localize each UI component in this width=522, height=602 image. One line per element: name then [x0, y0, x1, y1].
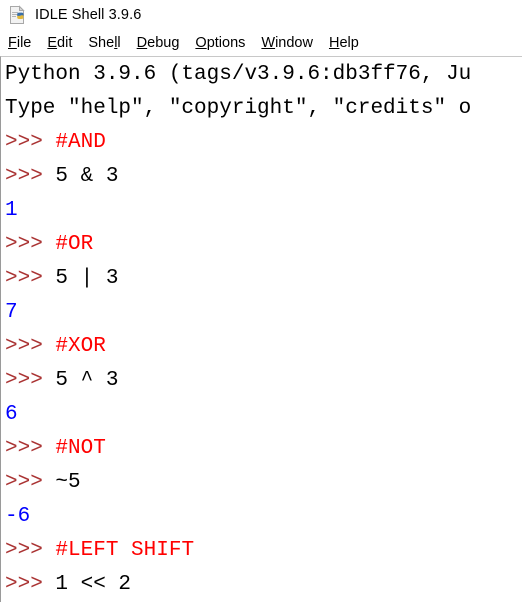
menu-item-debug[interactable]: Debug [137, 34, 180, 52]
comment-text: #AND [55, 131, 106, 154]
comment-text: #LEFT SHIFT [55, 539, 195, 562]
console-comment-line: >>> #AND [5, 126, 522, 160]
prompt-marker: >>> [5, 267, 56, 290]
code-text: 5 & 3 [55, 165, 119, 188]
prompt-marker: >>> [5, 471, 56, 494]
output-text: -6 [5, 505, 31, 528]
shell-text-area[interactable]: Python 3.9.6 (tags/v3.9.6:db3ff76, Ju Typ… [0, 56, 522, 602]
comment-text: #XOR [55, 335, 106, 358]
menu-item-window[interactable]: Window [261, 34, 313, 52]
prompt-marker: >>> [5, 335, 56, 358]
prompt-marker: >>> [5, 437, 56, 460]
title-bar: IDLE Shell 3.9.6 [0, 0, 522, 30]
shell-output[interactable]: Python 3.9.6 (tags/v3.9.6:db3ff76, Ju Typ… [1, 57, 522, 602]
banner-text: Python 3.9.6 (tags/v3.9.6:db3ff76, Ju [5, 63, 472, 86]
console-input-line: >>> 1 << 2 [5, 568, 522, 602]
console-comment-line: >>> #XOR [5, 330, 522, 364]
console-input-line: >>> ~5 [5, 466, 522, 500]
console-input-line: >>> 5 ^ 3 [5, 364, 522, 398]
menu-item-shell[interactable]: Shell [88, 34, 120, 52]
prompt-marker: >>> [5, 131, 56, 154]
console-output-line: 7 [5, 296, 522, 330]
code-text: 1 << 2 [55, 573, 132, 596]
console-comment-line: >>> #LEFT SHIFT [5, 534, 522, 568]
menu-item-file[interactable]: File [8, 34, 31, 52]
prompt-marker: >>> [5, 573, 56, 596]
console-output-line: -6 [5, 500, 522, 534]
output-text: 7 [5, 301, 18, 324]
banner-line: Python 3.9.6 (tags/v3.9.6:db3ff76, Ju [5, 58, 522, 92]
console-input-line: >>> 5 & 3 [5, 160, 522, 194]
menu-bar[interactable]: File Edit Shell Debug Options Window Hel… [0, 30, 522, 56]
console-comment-line: >>> #NOT [5, 432, 522, 466]
idle-shell-window: IDLE Shell 3.9.6 File Edit Shell Debug O… [0, 0, 522, 602]
banner-line: Type "help", "copyright", "credits" o [5, 92, 522, 126]
console-comment-line: >>> #OR [5, 228, 522, 262]
console-output-line: 6 [5, 398, 522, 432]
output-text: 6 [5, 403, 18, 426]
code-text: 5 | 3 [55, 267, 119, 290]
banner-text: Type "help", "copyright", "credits" o [5, 97, 472, 120]
console-output-line: 1 [5, 194, 522, 228]
code-text: ~5 [55, 471, 81, 494]
output-text: 1 [5, 199, 18, 222]
menu-item-edit[interactable]: Edit [47, 34, 72, 52]
window-title: IDLE Shell 3.9.6 [35, 7, 142, 23]
menu-item-options[interactable]: Options [195, 34, 245, 52]
prompt-marker: >>> [5, 165, 56, 188]
python-document-icon [7, 5, 27, 25]
code-text: 5 ^ 3 [55, 369, 119, 392]
comment-text: #NOT [55, 437, 106, 460]
comment-text: #OR [55, 233, 94, 256]
prompt-marker: >>> [5, 369, 56, 392]
console-input-line: >>> 5 | 3 [5, 262, 522, 296]
menu-item-help[interactable]: Help [329, 34, 359, 52]
prompt-marker: >>> [5, 539, 56, 562]
prompt-marker: >>> [5, 233, 56, 256]
